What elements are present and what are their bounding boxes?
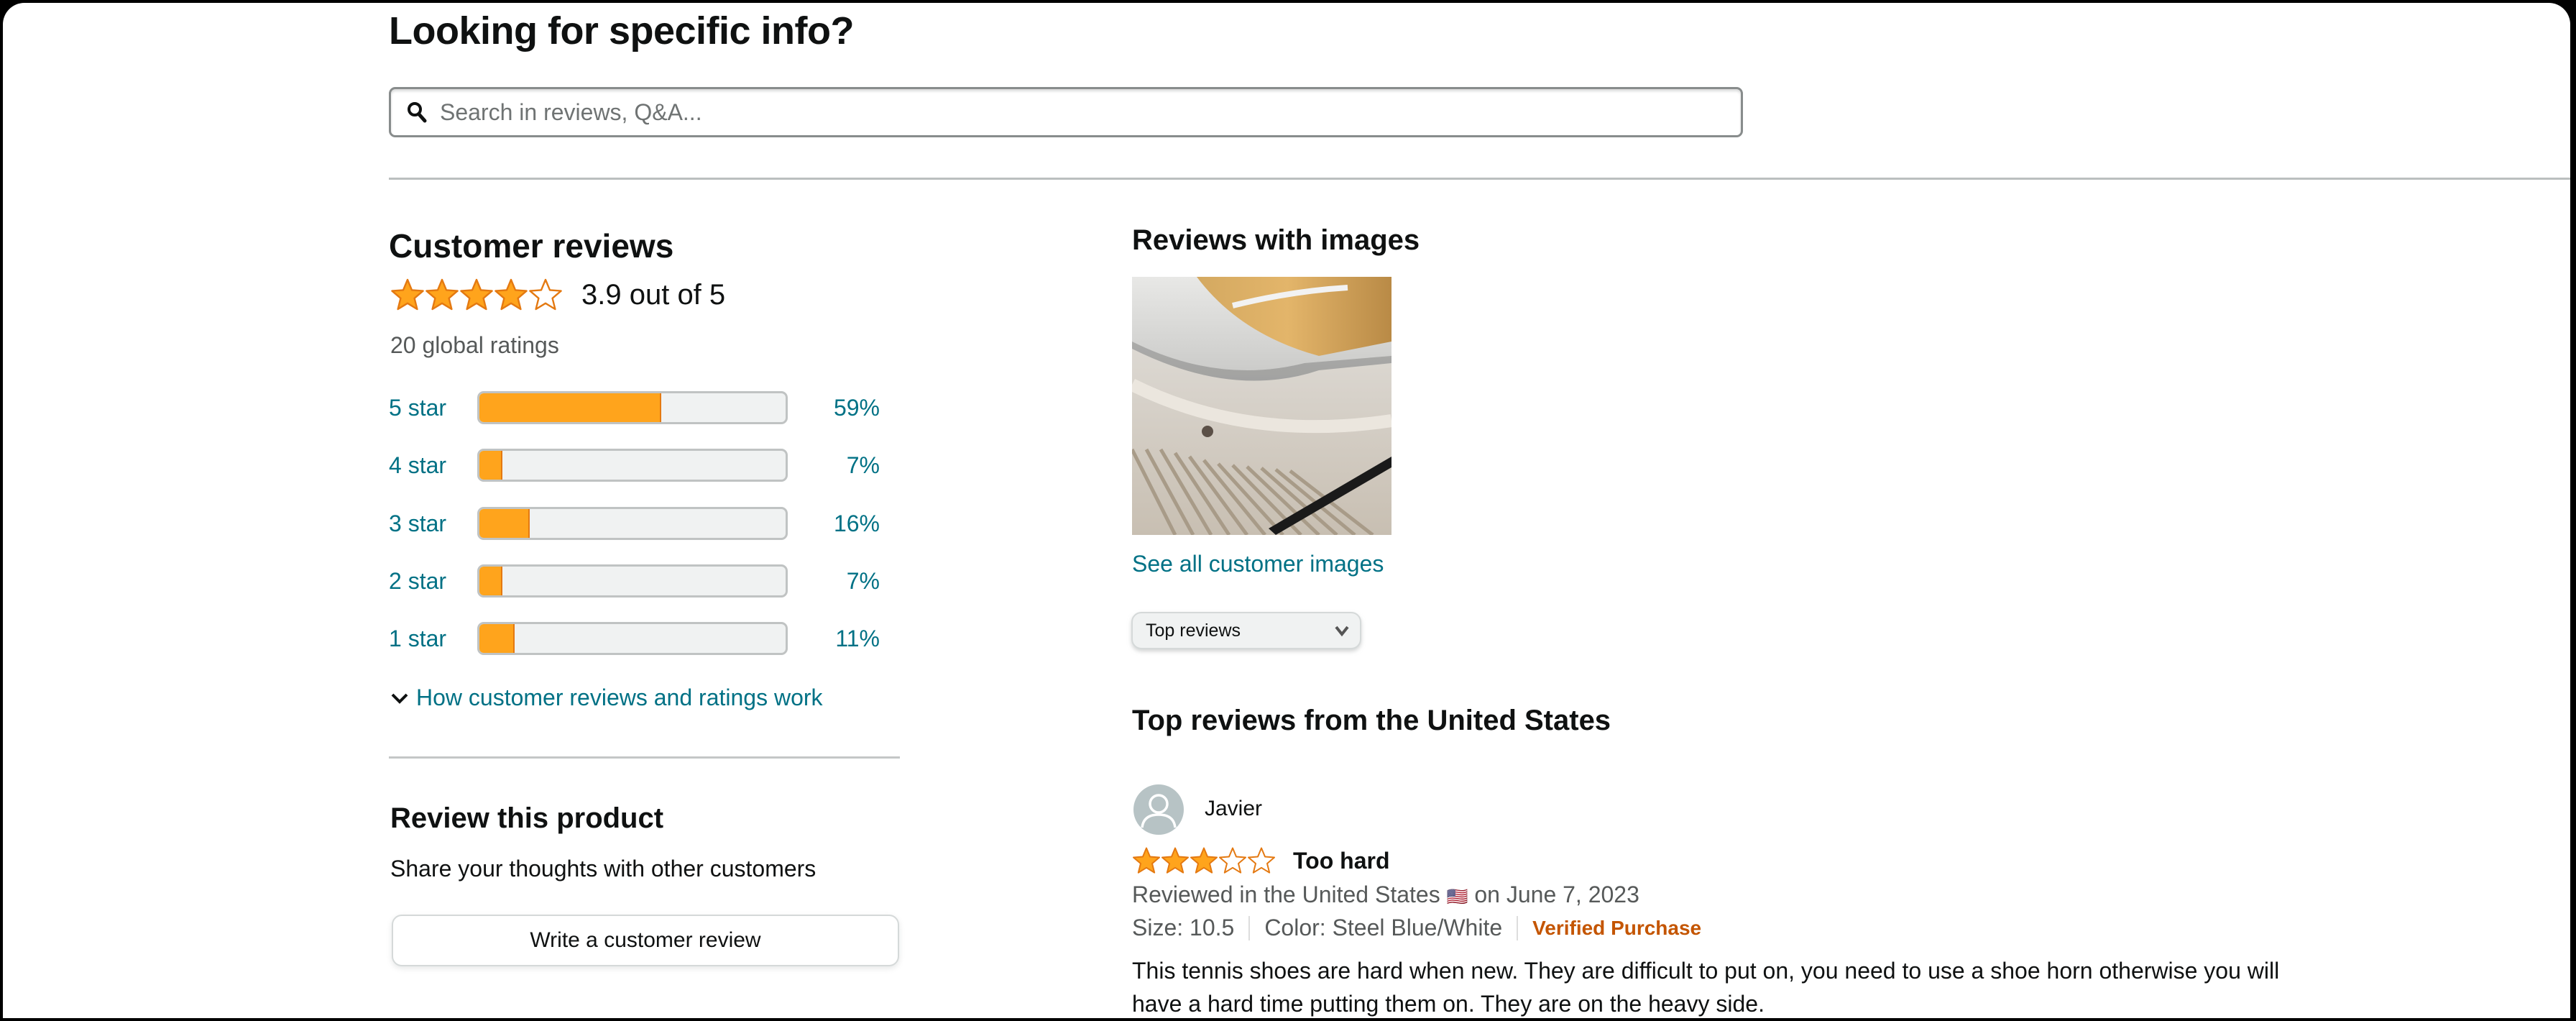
chevron-down-icon (391, 693, 408, 704)
histogram-star-label[interactable]: 4 star (389, 452, 446, 479)
star-icon (494, 278, 528, 311)
reviewer-name[interactable]: Javier (1205, 797, 1262, 821)
average-rating-stars[interactable] (390, 278, 563, 312)
separator (1517, 915, 1519, 940)
review-color[interactable]: Color: Steel Blue/White (1264, 915, 1502, 941)
histogram-percent[interactable]: 7% (791, 568, 880, 595)
star-icon (529, 278, 562, 311)
search-section-title: Looking for specific info? (389, 9, 855, 52)
star-icon (1133, 847, 1160, 874)
customer-reviews-title: Customer reviews (389, 227, 674, 265)
histogram-row[interactable]: 4 star 7% (389, 447, 935, 483)
star-icon (426, 278, 459, 311)
histogram-star-label[interactable]: 3 star (389, 511, 446, 537)
review-location-date: Reviewed in the United States 🇺🇸 on June… (1132, 882, 1639, 908)
histogram-bar[interactable] (477, 564, 788, 598)
us-flag-icon: 🇺🇸 (1446, 887, 1468, 907)
reviewed-in: Reviewed in the United States (1132, 882, 1440, 907)
sort-dropdown[interactable]: Top reviews (1131, 612, 1361, 649)
sort-selected-value: Top reviews (1146, 620, 1241, 641)
shoe-photo (1132, 277, 1392, 535)
histogram-percent[interactable]: 59% (791, 395, 880, 421)
review-product-subtitle: Share your thoughts with other customers (390, 856, 816, 882)
review-date: on June 7, 2023 (1474, 882, 1639, 907)
histogram-row[interactable]: 1 star 11% (389, 621, 935, 656)
star-icon (1248, 847, 1275, 874)
how-reviews-work-link[interactable]: How customer reviews and ratings work (416, 685, 823, 711)
star-icon (460, 278, 493, 311)
average-rating-row: 3.9 out of 5 (390, 278, 725, 312)
global-ratings-count: 20 global ratings (390, 332, 559, 358)
star-icon (1190, 847, 1218, 874)
section-divider (389, 178, 2570, 180)
star-icon (1162, 847, 1189, 874)
chevron-down-icon (1335, 626, 1349, 636)
histogram-bar[interactable] (477, 449, 788, 482)
reviewer-avatar[interactable] (1133, 784, 1184, 835)
histogram-percent[interactable]: 7% (791, 452, 880, 479)
histogram-bar-fill (479, 567, 502, 595)
histogram-bar[interactable] (477, 622, 788, 655)
average-rating-text: 3.9 out of 5 (581, 278, 726, 311)
histogram-star-label[interactable]: 1 star (389, 626, 446, 652)
histogram-percent[interactable]: 11% (791, 626, 880, 652)
verified-purchase-badge: Verified Purchase (1532, 916, 1702, 939)
review-rating-stars[interactable] (1132, 846, 1276, 875)
star-icon (1219, 847, 1246, 874)
histogram-bar[interactable] (477, 507, 788, 540)
review-rating-row: Too hard (1132, 846, 1390, 875)
top-reviews-title: Top reviews from the United States (1132, 705, 1611, 736)
page-frame: Looking for specific info? Customer revi… (3, 3, 2570, 1018)
search-box[interactable] (389, 87, 1743, 137)
search-icon (408, 102, 427, 123)
histogram-bar-fill (479, 451, 502, 480)
histogram-star-label[interactable]: 2 star (389, 568, 446, 595)
user-icon (1141, 794, 1177, 828)
histogram-star-label[interactable]: 5 star (389, 395, 446, 421)
review-size[interactable]: Size: 10.5 (1132, 915, 1234, 941)
see-all-images-link[interactable]: See all customer images (1132, 551, 1384, 577)
how-reviews-work-toggle[interactable]: How customer reviews and ratings work (390, 685, 823, 711)
histogram-row[interactable]: 3 star 16% (389, 505, 935, 541)
review-variant-row: Size: 10.5 Color: Steel Blue/White Verif… (1132, 915, 1701, 941)
star-icon (391, 278, 424, 311)
histogram-bar[interactable] (477, 391, 788, 424)
review-body: This tennis shoes are hard when new. The… (1132, 958, 2280, 1017)
review-image-thumbnail[interactable] (1132, 277, 1392, 535)
review-product-title: Review this product (390, 802, 664, 834)
reviews-with-images-title: Reviews with images (1132, 224, 1420, 256)
histogram-bar-fill (479, 624, 515, 653)
histogram-bar-fill (479, 509, 530, 538)
write-review-button[interactable]: Write a customer review (392, 915, 899, 966)
histogram-bar-fill (479, 393, 662, 422)
review-headline[interactable]: Too hard (1293, 848, 1390, 874)
separator (1248, 915, 1251, 940)
search-input[interactable] (438, 98, 1663, 127)
histogram-row[interactable]: 5 star 59% (389, 390, 935, 426)
histogram-percent[interactable]: 16% (791, 511, 880, 537)
left-divider (389, 756, 900, 759)
histogram-row[interactable]: 2 star 7% (389, 563, 935, 599)
